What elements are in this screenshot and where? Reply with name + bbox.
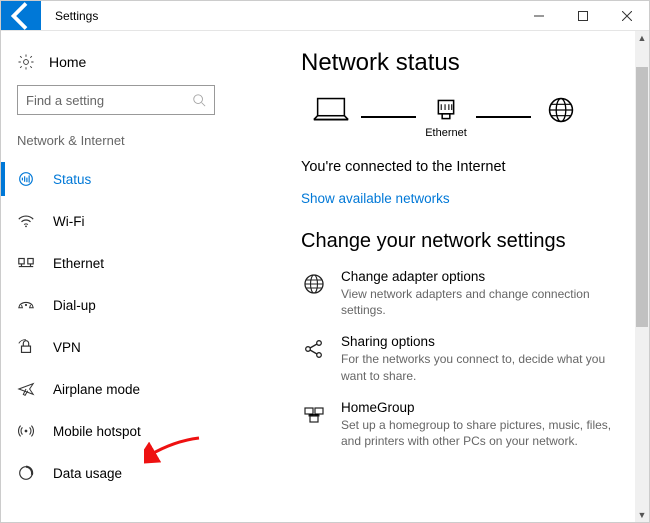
diagram-ethernet-label: Ethernet [425,127,467,139]
maximize-button[interactable] [561,1,605,30]
minimize-icon [534,11,544,21]
diagram-ethernet: Ethernet [416,95,476,139]
hotspot-icon [17,422,35,440]
window-title: Settings [41,1,112,30]
nav-label: Mobile hotspot [53,424,141,439]
setting-desc: Set up a homegroup to share pictures, mu… [341,417,621,449]
sidebar-group-header: Network & Internet [1,129,231,158]
close-icon [622,11,632,21]
sidebar-nav-list: Status Wi-Fi Ethernet Dial-up VPN Airpla… [1,158,231,494]
search-input[interactable]: Find a setting [17,85,215,115]
nav-label: Dial-up [53,298,96,313]
sidebar-home-label: Home [49,54,86,70]
setting-desc: View network adapters and change connect… [341,286,621,318]
nav-label: Data usage [53,466,122,481]
sidebar-item-data-usage[interactable]: Data usage [1,452,231,494]
globe-icon [540,95,582,125]
sidebar-item-ethernet[interactable]: Ethernet [1,242,231,284]
settings-heading: Change your network settings [301,230,629,253]
minimize-button[interactable] [517,1,561,30]
nav-label: Ethernet [53,256,104,271]
show-available-networks-link[interactable]: Show available networks [301,191,450,206]
nav-label: Airplane mode [53,382,140,397]
close-button[interactable] [605,1,649,30]
nav-label: VPN [53,340,81,355]
laptop-icon [310,95,352,125]
main-heading: Network status [301,49,629,77]
sidebar: Home Find a setting Network & Internet S… [1,31,231,522]
sidebar-item-mobile-hotspot[interactable]: Mobile hotspot [1,410,231,452]
change-adapter-options[interactable]: Change adapter options View network adap… [301,269,629,318]
sharing-options-icon [301,336,327,362]
scroll-down-icon[interactable]: ▼ [635,508,649,522]
homegroup[interactable]: HomeGroup Set up a homegroup to share pi… [301,400,629,449]
main-content: Network status Ethernet You're connected… [231,31,649,522]
sidebar-item-airplane[interactable]: Airplane mode [1,368,231,410]
sidebar-item-vpn[interactable]: VPN [1,326,231,368]
wifi-icon [17,212,35,230]
nav-label: Wi-Fi [53,214,84,229]
adapter-options-icon [301,271,327,297]
nav-label: Status [53,172,91,187]
homegroup-icon [301,402,327,428]
search-icon [192,93,206,107]
sidebar-item-dialup[interactable]: Dial-up [1,284,231,326]
ethernet-port-icon [425,95,467,125]
back-button[interactable] [1,1,41,30]
diagram-connector [361,116,416,118]
connection-status: You're connected to the Internet [301,159,629,175]
sidebar-home[interactable]: Home [1,43,231,85]
diagram-internet [531,95,591,139]
setting-title: Change adapter options [341,269,621,284]
diagram-device [301,95,361,139]
network-diagram: Ethernet [301,95,629,139]
vpn-icon [17,338,35,356]
status-icon [17,170,35,188]
sidebar-item-status[interactable]: Status [1,158,231,200]
gear-icon [17,53,35,71]
sharing-options[interactable]: Sharing options For the networks you con… [301,334,629,383]
ethernet-icon [17,254,35,272]
setting-desc: For the networks you connect to, decide … [341,351,621,383]
scrollbar-thumb[interactable] [636,67,648,327]
datausage-icon [17,464,35,482]
setting-title: Sharing options [341,334,621,349]
setting-title: HomeGroup [341,400,621,415]
title-bar: Settings [1,1,649,31]
scrollbar[interactable]: ▲ ▼ [635,31,649,522]
maximize-icon [578,11,588,21]
sidebar-item-wifi[interactable]: Wi-Fi [1,200,231,242]
diagram-connector [476,116,531,118]
search-placeholder: Find a setting [26,93,184,108]
airplane-icon [17,380,35,398]
scroll-up-icon[interactable]: ▲ [635,31,649,45]
dialup-icon [17,296,35,314]
